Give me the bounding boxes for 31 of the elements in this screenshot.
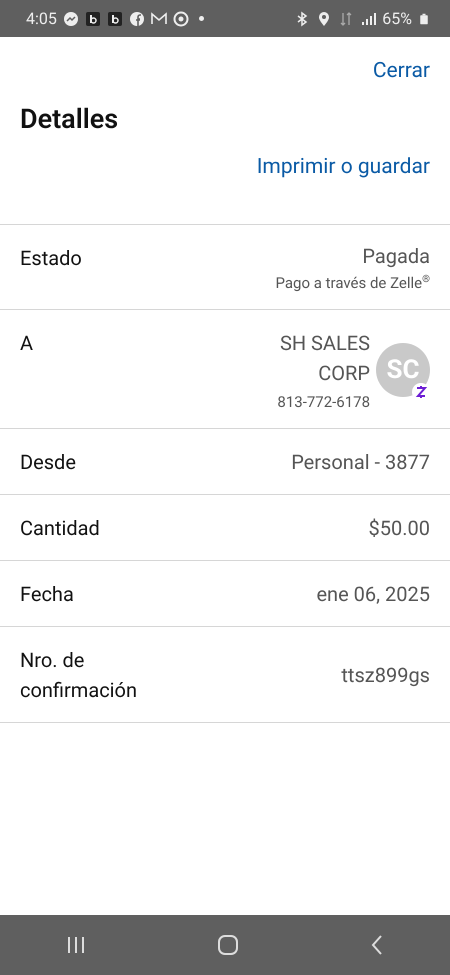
browser-icon bbox=[172, 10, 189, 26]
field-value: ene 06, 2025 bbox=[316, 581, 430, 607]
print-link[interactable]: Imprimir o guardar bbox=[256, 155, 430, 179]
recent-apps-icon[interactable] bbox=[66, 935, 86, 955]
mail-icon bbox=[150, 10, 167, 26]
field-label: Desde bbox=[20, 449, 77, 476]
app-icon bbox=[84, 10, 101, 26]
messenger-icon bbox=[62, 10, 79, 26]
dot-icon bbox=[198, 16, 204, 21]
close-link[interactable]: Cerrar bbox=[372, 59, 430, 83]
home-icon[interactable] bbox=[216, 934, 239, 956]
payment-method: Pago a través de Zelle$^{®}$ bbox=[276, 274, 430, 292]
app-icon bbox=[106, 10, 123, 26]
status-time: 4:05 bbox=[26, 9, 57, 28]
field-label: A bbox=[20, 330, 34, 357]
field-value: ttsz899gs bbox=[341, 662, 430, 688]
field-label: Estado bbox=[20, 245, 83, 272]
recipient-name: SH SALES CORP bbox=[278, 330, 370, 387]
field-value: Pagada bbox=[362, 243, 430, 269]
field-label: Cantidad bbox=[20, 515, 101, 542]
battery-level: 65% bbox=[382, 9, 412, 28]
phone-number: 813-772-6178 bbox=[277, 393, 370, 411]
back-icon[interactable] bbox=[370, 934, 384, 956]
signal-icon bbox=[360, 10, 376, 26]
page-title: Detalles bbox=[20, 103, 120, 135]
field-label: Nro. de confirmación bbox=[20, 647, 138, 704]
field-label: Fecha bbox=[20, 581, 75, 608]
field-value: $50.00 bbox=[368, 515, 430, 541]
facebook-icon bbox=[128, 10, 145, 26]
field-value: Personal - 3877 bbox=[291, 449, 430, 475]
zelle-badge-icon bbox=[412, 382, 430, 400]
